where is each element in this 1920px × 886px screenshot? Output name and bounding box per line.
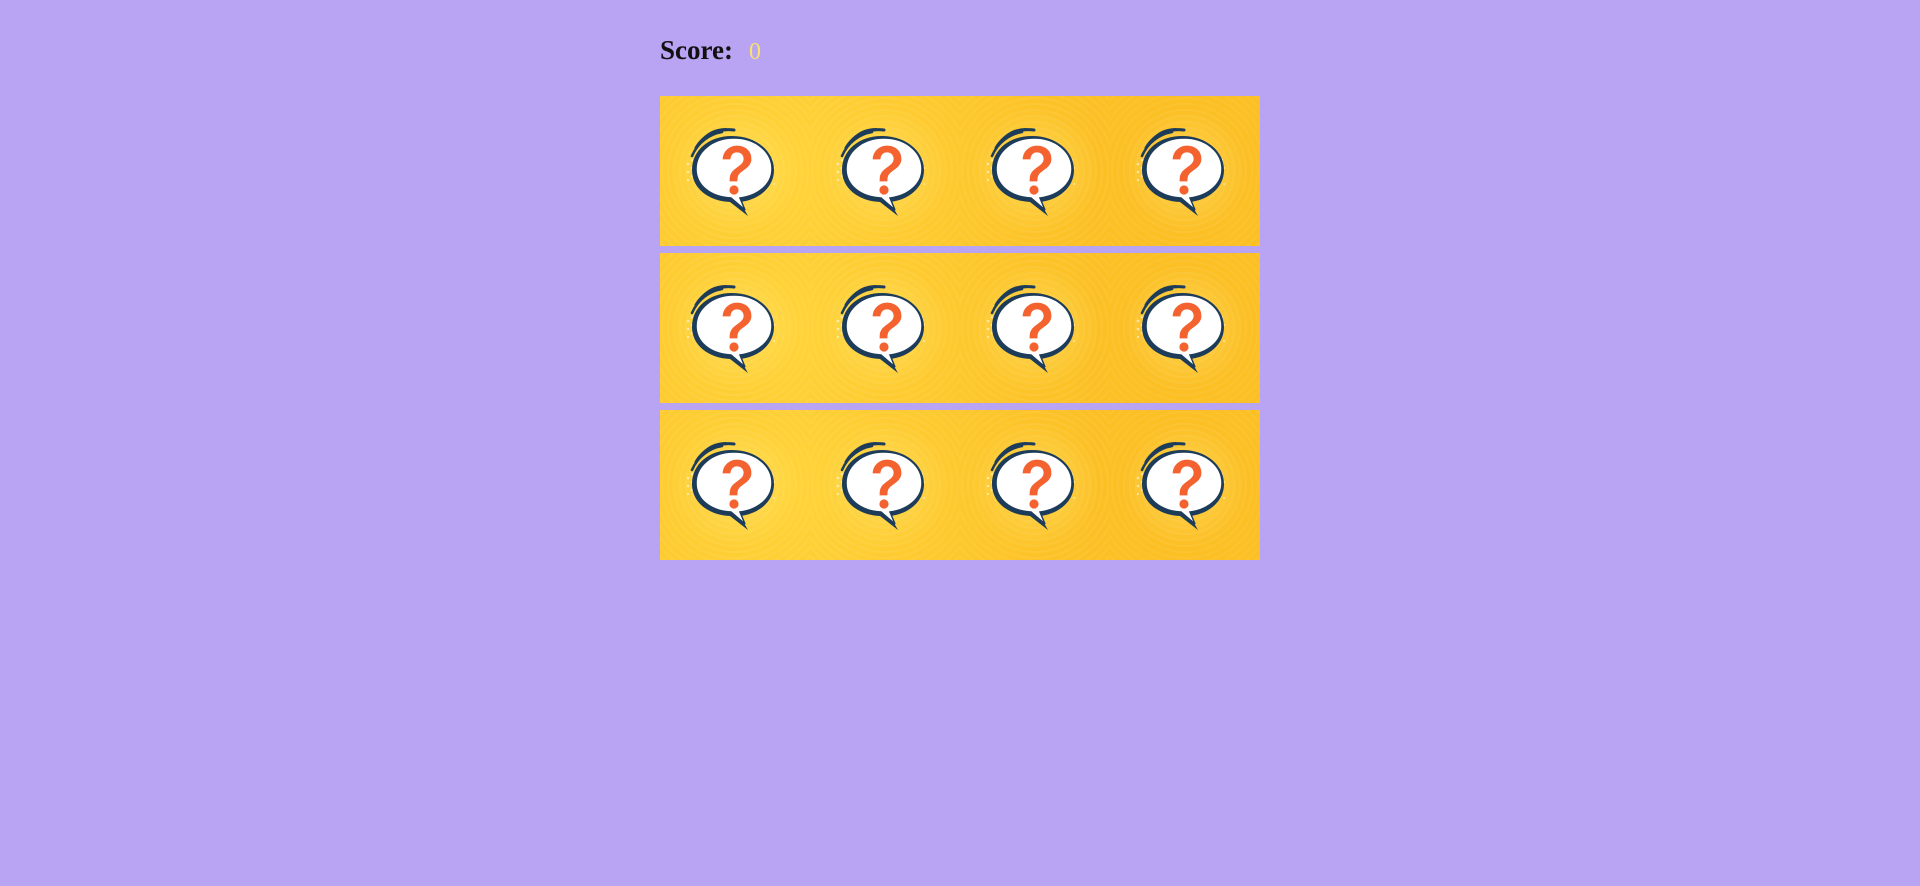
memory-card[interactable] <box>1110 96 1260 246</box>
memory-card[interactable] <box>660 410 810 560</box>
memory-card[interactable] <box>810 253 960 403</box>
card-row <box>660 410 1260 560</box>
memory-card[interactable] <box>810 96 960 246</box>
memory-card[interactable] <box>810 410 960 560</box>
memory-card[interactable] <box>1110 410 1260 560</box>
card-board <box>660 96 1260 560</box>
score-label: Score: <box>660 35 733 65</box>
score-display: Score: 0 <box>660 35 1260 75</box>
memory-card[interactable] <box>660 96 810 246</box>
game-container: Score: 0 <box>660 35 1260 567</box>
memory-card[interactable] <box>1110 253 1260 403</box>
card-row <box>660 253 1260 403</box>
card-row <box>660 96 1260 246</box>
memory-card[interactable] <box>960 253 1110 403</box>
memory-card[interactable] <box>660 253 810 403</box>
score-value: 0 <box>748 39 761 65</box>
memory-card[interactable] <box>960 410 1110 560</box>
memory-card[interactable] <box>960 96 1110 246</box>
